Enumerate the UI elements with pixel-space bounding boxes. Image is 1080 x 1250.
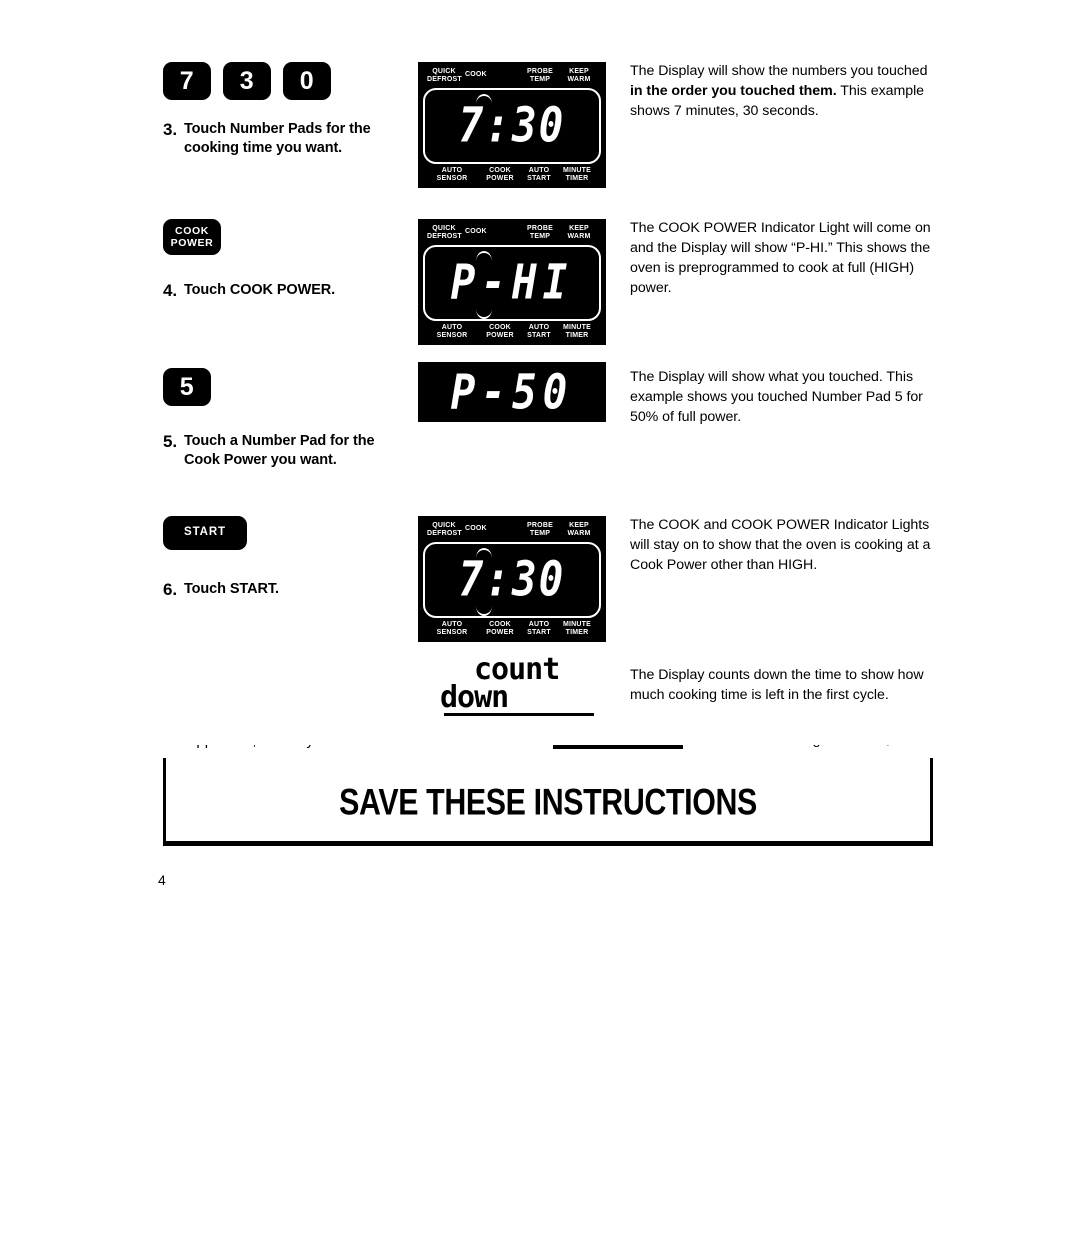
indicator-keep-warm: KEEP WARM xyxy=(567,522,591,538)
indicator-cook: COOK xyxy=(465,71,487,78)
display-readout-3: 7:30 xyxy=(458,96,566,154)
step-4-text: 4. Touch COOK POWER. xyxy=(163,281,413,301)
start-key[interactable]: START xyxy=(163,516,247,550)
step-6-instruction: Touch START. xyxy=(183,581,279,597)
step-6-display: QUICK DEFROST COOK PROBE TEMP KEEP WARM … xyxy=(418,516,618,642)
step-5-number: 5. xyxy=(163,432,177,451)
display-bottom-indicators-4: AUTO SENSOR COOK POWER AUTO START MINUTE… xyxy=(423,324,601,341)
number-key-0[interactable]: 0 xyxy=(283,62,331,100)
display-readout-4: P-HI xyxy=(450,253,574,311)
screen-tick-bottom-4 xyxy=(476,309,492,319)
indicator-minute-timer: MINUTE TIMER xyxy=(562,323,592,339)
indicator-keep-warm: KEEP WARM xyxy=(567,225,591,241)
display-top-indicators-4: QUICK DEFROST COOK PROBE TEMP KEEP WARM xyxy=(423,225,601,242)
indicator-probe-temp: PROBE TEMP xyxy=(527,68,553,84)
indicator-cook-power: COOK POWER xyxy=(486,620,514,636)
step-3-instruction: Touch Number Pads for the cooking time y… xyxy=(183,121,371,157)
step-4-number: 4. xyxy=(163,281,177,300)
count-down-description: The Display counts down the time to show… xyxy=(630,667,924,703)
step-5-text: 5. Touch a Number Pad for the Cook Power… xyxy=(163,432,413,470)
step-6-number: 6. xyxy=(163,580,177,599)
display-screen-6: 7:30 xyxy=(423,541,601,618)
indicator-cook-power: COOK POWER xyxy=(486,323,514,339)
step-6-left: START 6. Touch START. xyxy=(163,516,413,600)
step-5-description: The Display will show what you touched. … xyxy=(630,369,923,425)
indicator-minute-timer: MINUTE TIMER xyxy=(562,166,592,182)
indicator-cook: COOK xyxy=(465,228,487,235)
indicator-cook-power: COOK POWER xyxy=(486,166,514,182)
indicator-cook: COOK xyxy=(465,525,487,532)
page-number: 4 xyxy=(158,872,166,888)
indicator-probe-temp: PROBE TEMP xyxy=(527,522,553,538)
indicator-auto-start: AUTO START xyxy=(527,620,551,636)
indicator-quick-defrost: QUICK DEFROST xyxy=(427,68,462,84)
clipped-right-text: When the cooking time ends, “End” xyxy=(707,745,929,748)
number-key-5[interactable]: 5 xyxy=(163,368,211,406)
step-4-display: QUICK DEFROST COOK PROBE TEMP KEEP WARM … xyxy=(418,219,618,345)
step-4-left: COOK POWER 4. Touch COOK POWER. xyxy=(163,219,413,301)
step-3-desc-part-2: in the order you touched them. xyxy=(630,82,837,99)
step-5-left: 5 5. Touch a Number Pad for the Cook Pow… xyxy=(163,368,413,470)
indicator-minute-timer: MINUTE TIMER xyxy=(562,620,592,636)
indicator-quick-defrost: QUICK DEFROST xyxy=(427,522,462,538)
indicator-auto-start: AUTO START xyxy=(527,166,551,182)
microwave-display-panel-6: QUICK DEFROST COOK PROBE TEMP KEEP WARM … xyxy=(418,516,606,642)
count-down-graphic: count down xyxy=(440,655,630,717)
indicator-auto-sensor: AUTO SENSOR xyxy=(436,620,468,636)
number-key-3[interactable]: 3 xyxy=(223,62,271,100)
clipped-left-text: the appliance, fire may result. xyxy=(163,745,553,749)
count-down-line-2: down xyxy=(440,679,509,715)
display-top-indicators-6: QUICK DEFROST COOK PROBE TEMP KEEP WARM xyxy=(423,522,601,539)
step-3-text: 3. Touch Number Pads for the cooking tim… xyxy=(163,120,413,158)
indicator-auto-sensor: AUTO SENSOR xyxy=(436,323,468,339)
step-3-left: 7 3 0 3. Touch Number Pads for the cooki… xyxy=(163,62,413,158)
cook-power-key-line2: POWER xyxy=(170,237,214,249)
microwave-display-panel-4: QUICK DEFROST COOK PROBE TEMP KEEP WARM … xyxy=(418,219,606,345)
step-3-description: The Display will show the numbers you to… xyxy=(630,62,940,122)
step-4-description: The COOK POWER Indicator Light will come… xyxy=(630,220,931,296)
step-4-instruction: Touch COOK POWER. xyxy=(183,282,336,298)
microwave-display-panel-3: QUICK DEFROST COOK PROBE TEMP KEEP WARM … xyxy=(418,62,606,188)
indicator-keep-warm: KEEP WARM xyxy=(567,68,591,84)
cook-power-key[interactable]: COOK POWER xyxy=(163,219,221,255)
step-6-text: 6. Touch START. xyxy=(163,580,413,600)
indicator-auto-start: AUTO START xyxy=(527,323,551,339)
keypad-group-6: START xyxy=(163,516,413,550)
redaction-bar xyxy=(553,745,683,749)
step-5-display: P-50 xyxy=(418,362,618,422)
cook-power-key-line1: COOK xyxy=(175,224,209,237)
display-readout-5: P-50 xyxy=(450,363,574,420)
keypad-group-3: 7 3 0 xyxy=(163,62,413,100)
step-6-description: The COOK and COOK POWER Indicator Lights… xyxy=(630,517,931,573)
screen-tick-bottom-6 xyxy=(476,606,492,616)
indicator-probe-temp: PROBE TEMP xyxy=(527,225,553,241)
display-bottom-indicators-6: AUTO SENSOR COOK POWER AUTO START MINUTE… xyxy=(423,621,601,638)
indicator-auto-sensor: AUTO SENSOR xyxy=(436,166,468,182)
microwave-display-panel-5: P-50 xyxy=(418,362,606,422)
keypad-group-4: COOK POWER xyxy=(163,219,413,255)
display-top-indicators-3: QUICK DEFROST COOK PROBE TEMP KEEP WARM xyxy=(423,68,601,85)
save-instructions-box: SAVE THESE INSTRUCTIONS xyxy=(163,758,933,846)
display-bottom-indicators-3: AUTO SENSOR COOK POWER AUTO START MINUTE… xyxy=(423,167,601,184)
step-5-instruction: Touch a Number Pad for the Cook Power yo… xyxy=(183,433,375,469)
document-page: 7 3 0 3. Touch Number Pads for the cooki… xyxy=(0,0,1080,1250)
display-readout-6: 7:30 xyxy=(458,550,566,608)
indicator-quick-defrost: QUICK DEFROST xyxy=(427,225,462,241)
save-instructions-title: SAVE THESE INSTRUCTIONS xyxy=(339,780,757,822)
step-3-desc-part-1: The Display will show the numbers you to… xyxy=(630,63,928,79)
number-key-7[interactable]: 7 xyxy=(163,62,211,100)
keypad-group-5: 5 xyxy=(163,368,413,406)
step-3-display: QUICK DEFROST COOK PROBE TEMP KEEP WARM … xyxy=(418,62,618,188)
display-screen-3: 7:30 xyxy=(423,87,601,164)
display-screen-4: P-HI xyxy=(423,244,601,321)
step-3-number: 3. xyxy=(163,120,177,139)
